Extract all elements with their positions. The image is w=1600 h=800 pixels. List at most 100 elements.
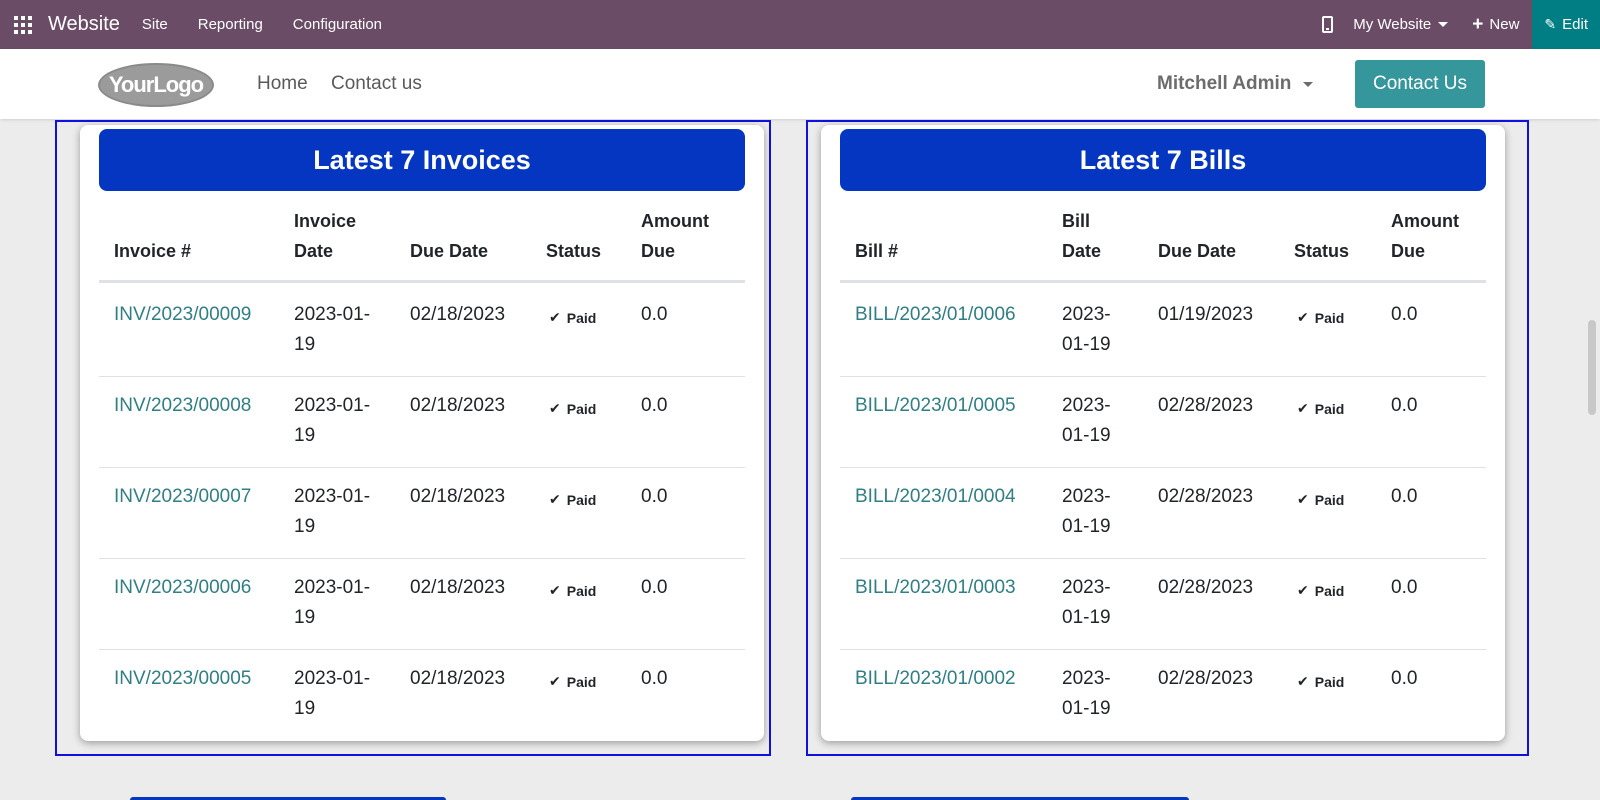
invoices-number-link[interactable]: INV/2023/00007 [114,482,251,512]
table-row[interactable]: BILL/2023/01/0006 2023- 01-19 01/19/2023 ✔ Pa… [840,286,1486,377]
status-text: Paid [1314,491,1345,508]
col-bill-date-line2: Date [1062,241,1102,261]
my-website-label: My Website [1353,16,1432,33]
table-row[interactable]: BILL/2023/01/0003 2023- 01-19 02/28/2023 ✔ Pa… [840,559,1486,650]
my-website-dropdown[interactable]: My Website [1353,16,1449,33]
bills-date-part1: 2023- [1062,577,1111,598]
col-amount-due[interactable]: Amount Due [1391,206,1459,266]
invoices-date-part1: 2023-01- [294,395,371,416]
apps-grid-icon[interactable] [0,0,46,49]
nav-home[interactable]: Home [257,73,308,95]
invoices-amount-due: 0.0 [641,304,668,325]
bills-number-link[interactable]: BILL/2023/01/0006 [855,300,1016,330]
scrollbar-thumb[interactable] [1588,320,1596,415]
col-invoice-number[interactable]: Invoice # [114,236,191,266]
new-button[interactable]: + New [1472,15,1519,34]
bills-title: Latest 7 Bills [840,129,1486,191]
invoices-number-link[interactable]: INV/2023/00008 [114,391,251,421]
invoices-amount-due: 0.0 [641,486,668,507]
check-icon: ✔ [1297,400,1309,416]
invoices-date-part1: 2023-01- [294,304,371,325]
col-bill-date-line1: Bill [1062,211,1091,231]
table-row[interactable]: BILL/2023/01/0004 2023- 01-19 02/28/2023 ✔ Pa… [840,468,1486,559]
status-badge: ✔ Paid [549,491,596,508]
bills-table-header: Bill # Bill Date Due Date Status Amount … [840,197,1486,283]
new-label: New [1489,16,1520,33]
bills-date-part2: 01-19 [1062,698,1111,719]
invoices-date-part2: 19 [294,425,316,446]
logo[interactable]: YourLogo [98,61,218,109]
app-brand[interactable]: Website [48,13,120,36]
check-icon: ✔ [549,400,561,416]
chevron-down-icon [1438,22,1449,27]
chevron-down-icon [1303,81,1314,87]
bills-date-part1: 2023- [1062,668,1111,689]
bills-number-link[interactable]: BILL/2023/01/0005 [855,391,1016,421]
col-invoice-date-line1: Invoice [294,211,357,231]
invoices-due-date: 02/18/2023 [410,395,506,416]
bills-date-part1: 2023- [1062,486,1111,507]
edit-button[interactable]: ✎ Edit [1532,0,1600,49]
invoices-due-date: 02/18/2023 [410,577,506,598]
menu-site[interactable]: Site [142,16,168,33]
status-text: Paid [566,491,597,508]
col-bill-date[interactable]: Bill Date [1062,206,1101,266]
bills-date-part2: 01-19 [1062,334,1111,355]
col-amount-due[interactable]: Amount Due [641,206,709,266]
table-row[interactable]: INV/2023/00009 2023-01- 19 02/18/2023 ✔ Paid 0… [99,286,745,377]
col-status[interactable]: Status [1294,236,1349,266]
bills-due-date: 02/28/2023 [1158,486,1254,507]
table-row[interactable]: INV/2023/00006 2023-01- 19 02/18/2023 ✔ Paid 0… [99,559,745,650]
bills-number-link[interactable]: BILL/2023/01/0002 [855,664,1016,694]
status-badge: ✔ Paid [549,582,596,599]
status-text: Paid [566,309,597,326]
table-row[interactable]: BILL/2023/01/0002 2023- 01-19 02/28/2023 ✔ Pa… [840,650,1486,741]
invoices-date: 2023-01- 19 [294,664,370,724]
invoices-date-part2: 19 [294,698,316,719]
status-text: Paid [1314,400,1345,417]
bills-amount-due: 0.0 [1391,668,1418,689]
bills-number-link[interactable]: BILL/2023/01/0004 [855,482,1016,512]
invoices-date-part2: 19 [294,516,316,537]
status-text: Paid [1314,673,1345,690]
invoices-number-link[interactable]: INV/2023/00006 [114,573,251,603]
bills-number-link[interactable]: BILL/2023/01/0003 [855,573,1016,603]
col-bill-number[interactable]: Bill # [855,236,898,266]
user-menu[interactable]: Mitchell Admin [1157,73,1314,95]
table-row[interactable]: INV/2023/00008 2023-01- 19 02/18/2023 ✔ Paid 0… [99,377,745,468]
menu-reporting[interactable]: Reporting [198,16,263,33]
status-badge: ✔ Paid [549,400,596,417]
bills-amount-due: 0.0 [1391,577,1418,598]
bills-date-part2: 01-19 [1062,425,1111,446]
bills-card: Latest 7 Bills Bill # Bill Date Due Date… [821,125,1505,741]
bills-date-part1: 2023- [1062,304,1111,325]
menu-configuration[interactable]: Configuration [293,16,382,33]
bills-due-date: 02/28/2023 [1158,668,1254,689]
contact-us-button[interactable]: Contact Us [1355,60,1485,108]
bills-date-part2: 01-19 [1062,607,1111,628]
mobile-preview-icon[interactable] [1322,16,1334,33]
bills-amount-due: 0.0 [1391,395,1418,416]
invoices-date-part2: 19 [294,607,316,628]
invoices-number-link[interactable]: INV/2023/00009 [114,300,251,330]
invoices-card: Latest 7 Invoices Invoice # Invoice Date… [80,125,764,741]
invoices-number-link[interactable]: INV/2023/00005 [114,664,251,694]
invoices-date: 2023-01- 19 [294,300,370,360]
col-invoice-date[interactable]: Invoice Date [294,206,356,266]
col-amount-due-line2: Due [1391,241,1426,261]
admin-topbar: Website Site Reporting Configuration My … [0,0,1600,49]
table-row[interactable]: INV/2023/00007 2023-01- 19 02/18/2023 ✔ Paid 0… [99,468,745,559]
pencil-icon: ✎ [1544,16,1557,32]
table-row[interactable]: INV/2023/00005 2023-01- 19 02/18/2023 ✔ Paid 0… [99,650,745,741]
status-text: Paid [1314,309,1345,326]
bills-due-date: 02/28/2023 [1158,577,1254,598]
check-icon: ✔ [549,309,561,325]
invoices-amount-due: 0.0 [641,577,668,598]
col-due-date[interactable]: Due Date [410,236,488,266]
invoices-amount-due: 0.0 [641,395,668,416]
table-row[interactable]: BILL/2023/01/0005 2023- 01-19 02/28/2023 ✔ Pa… [840,377,1486,468]
col-status[interactable]: Status [546,236,601,266]
nav-contact-us[interactable]: Contact us [331,73,422,95]
plus-icon: + [1472,14,1484,35]
col-due-date[interactable]: Due Date [1158,236,1236,266]
